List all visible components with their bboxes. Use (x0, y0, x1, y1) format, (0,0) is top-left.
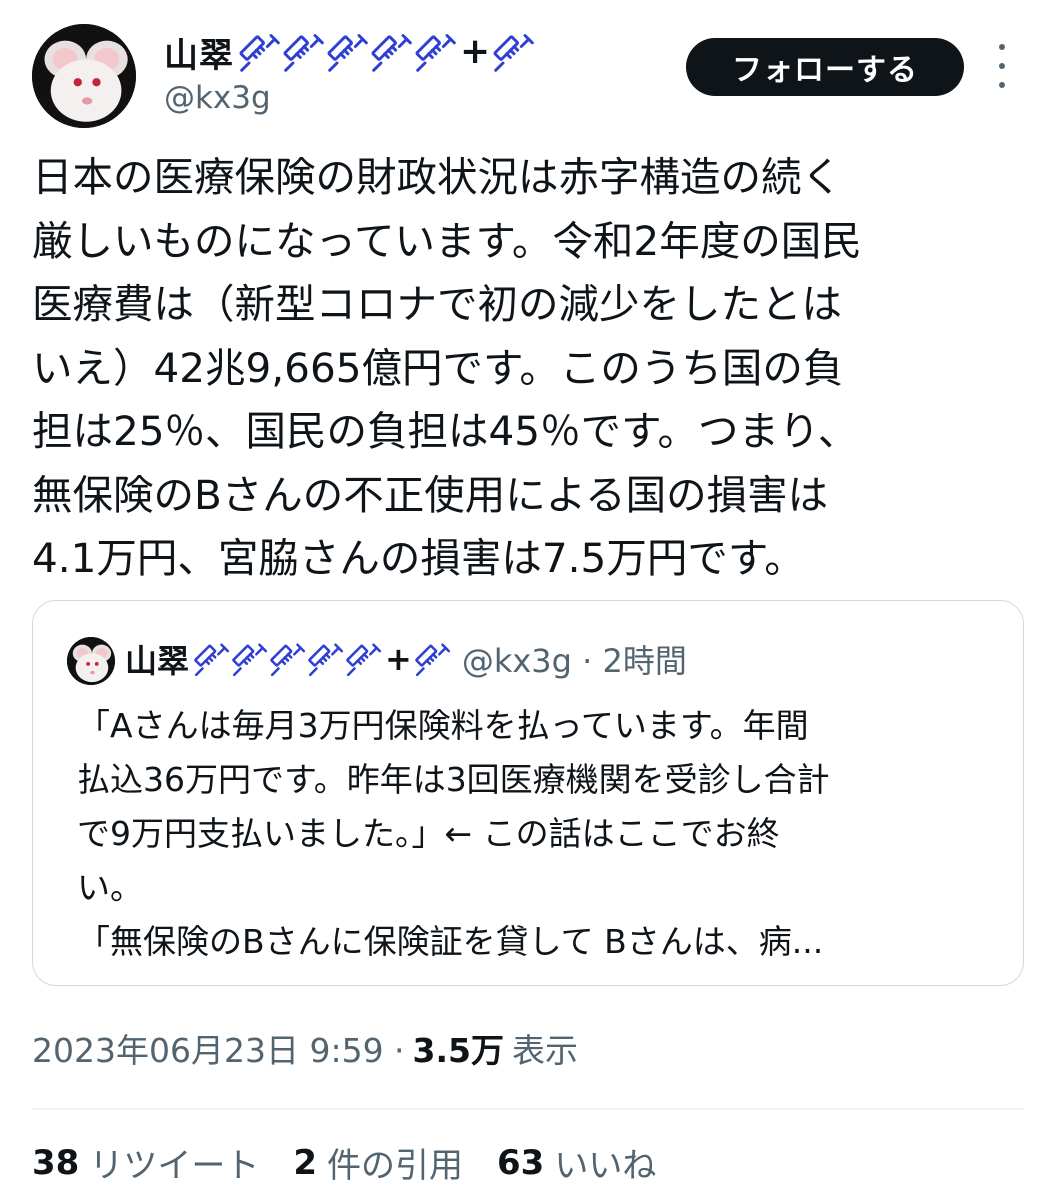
views-count: 3.5万 (412, 1031, 505, 1070)
syringe-icon (231, 640, 269, 678)
quoted-tweet[interactable]: 山翠 + @kx3g · 2時間 「Aさんは毎月3万円保険料を払っています。年間… (32, 600, 1024, 986)
retweets-stat[interactable]: 38 リツイート (32, 1138, 259, 1187)
syringe-icon (326, 30, 370, 74)
likes-count: 63 (497, 1142, 545, 1183)
retweets-label: リツイート (89, 1146, 260, 1186)
syringe-icon (307, 640, 345, 678)
follow-button[interactable]: フォローする (686, 38, 964, 96)
syringe-icon (193, 640, 231, 678)
avatar[interactable] (32, 24, 136, 128)
display-name[interactable]: 山翠 (164, 28, 234, 77)
quotes-label: 件の引用 (327, 1146, 463, 1186)
syringe-icon (492, 30, 536, 74)
engagement-stats: 38 リツイート 2 件の引用 63 いいね (32, 1138, 690, 1187)
tweet-text: 日本の医療保険の財政状況は赤字構造の続く 厳しいものになっています。令和2年度の… (32, 153, 862, 582)
quotes-stat[interactable]: 2 件の引用 (293, 1138, 463, 1187)
syringe-icon (238, 30, 282, 74)
syringe-icon (414, 640, 452, 678)
quoted-name-emojis: + (193, 640, 452, 678)
more-options-icon[interactable] (990, 44, 1014, 88)
quoted-header: 山翠 + @kx3g · 2時間 (125, 635, 687, 683)
syringe-icon (282, 30, 326, 74)
views-label: 表示 (512, 1031, 579, 1070)
name-emojis: + (238, 30, 536, 74)
plus-sign: + (385, 640, 412, 678)
syringe-icon (414, 30, 458, 74)
likes-label: いいね (554, 1146, 657, 1186)
quotes-count: 2 (293, 1142, 317, 1183)
quoted-handle-time: @kx3g · 2時間 (461, 642, 687, 680)
quoted-text: 「Aさんは毎月3万円保険料を払っています。年間 払込36万円です。昨年は3回医療… (77, 706, 830, 961)
divider (32, 1108, 1024, 1110)
syringe-icon (345, 640, 383, 678)
retweets-count: 38 (32, 1142, 80, 1183)
quoted-display-name: 山翠 (125, 642, 190, 680)
timestamp[interactable]: 2023年06月23日 9:59 · (32, 1024, 405, 1072)
plus-sign: + (460, 31, 491, 72)
white-mouse-avatar (67, 637, 115, 685)
white-mouse-avatar (32, 24, 136, 128)
user-handle[interactable]: @kx3g (164, 80, 271, 116)
syringe-icon (370, 30, 414, 74)
tweet-meta: 2023年06月23日 9:59 · 3.5万 表示 (32, 1024, 578, 1072)
quoted-avatar (67, 637, 115, 685)
likes-stat[interactable]: 63 いいね (497, 1138, 656, 1187)
display-name-row[interactable]: 山翠 + (164, 28, 536, 76)
syringe-icon (269, 640, 307, 678)
